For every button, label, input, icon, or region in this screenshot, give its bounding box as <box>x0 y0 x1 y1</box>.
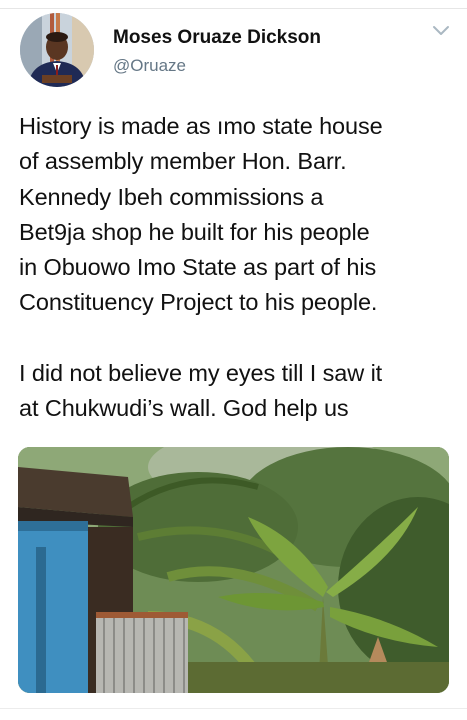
text-line: of assembly member Hon. Barr. <box>19 148 347 175</box>
avatar[interactable] <box>20 13 94 87</box>
top-divider <box>0 8 467 9</box>
tweet-text: History is made as ımo state house of as… <box>19 109 459 426</box>
chevron-down-icon[interactable] <box>432 24 450 38</box>
author-display-name[interactable]: Moses Oruaze Dickson <box>113 27 321 49</box>
tweet-paragraph-2: I did not believe my eyes till I saw it … <box>19 356 459 427</box>
tweet-card[interactable]: Moses Oruaze Dickson @Oruaze History is … <box>0 0 467 720</box>
text-line: History is made as ımo state house <box>19 113 383 139</box>
bottom-divider <box>0 708 467 709</box>
text-line: Kennedy Ibeh commissions a <box>19 183 324 210</box>
text-line: Bet9ja shop he built for his people <box>19 218 370 245</box>
tweet-paragraph-1: History is made as ımo state house of as… <box>19 109 459 321</box>
text-line: in Obuowo Imo State as part of his <box>19 254 377 281</box>
tweet-photo[interactable] <box>18 447 449 693</box>
text-line: at Chukwudi’s wall. God help us <box>19 395 349 422</box>
text-line: I did not believe my eyes till I saw it <box>19 359 383 386</box>
text-line: Constituency Project to his people. <box>19 289 378 316</box>
author-handle[interactable]: @Oruaze <box>113 56 186 76</box>
